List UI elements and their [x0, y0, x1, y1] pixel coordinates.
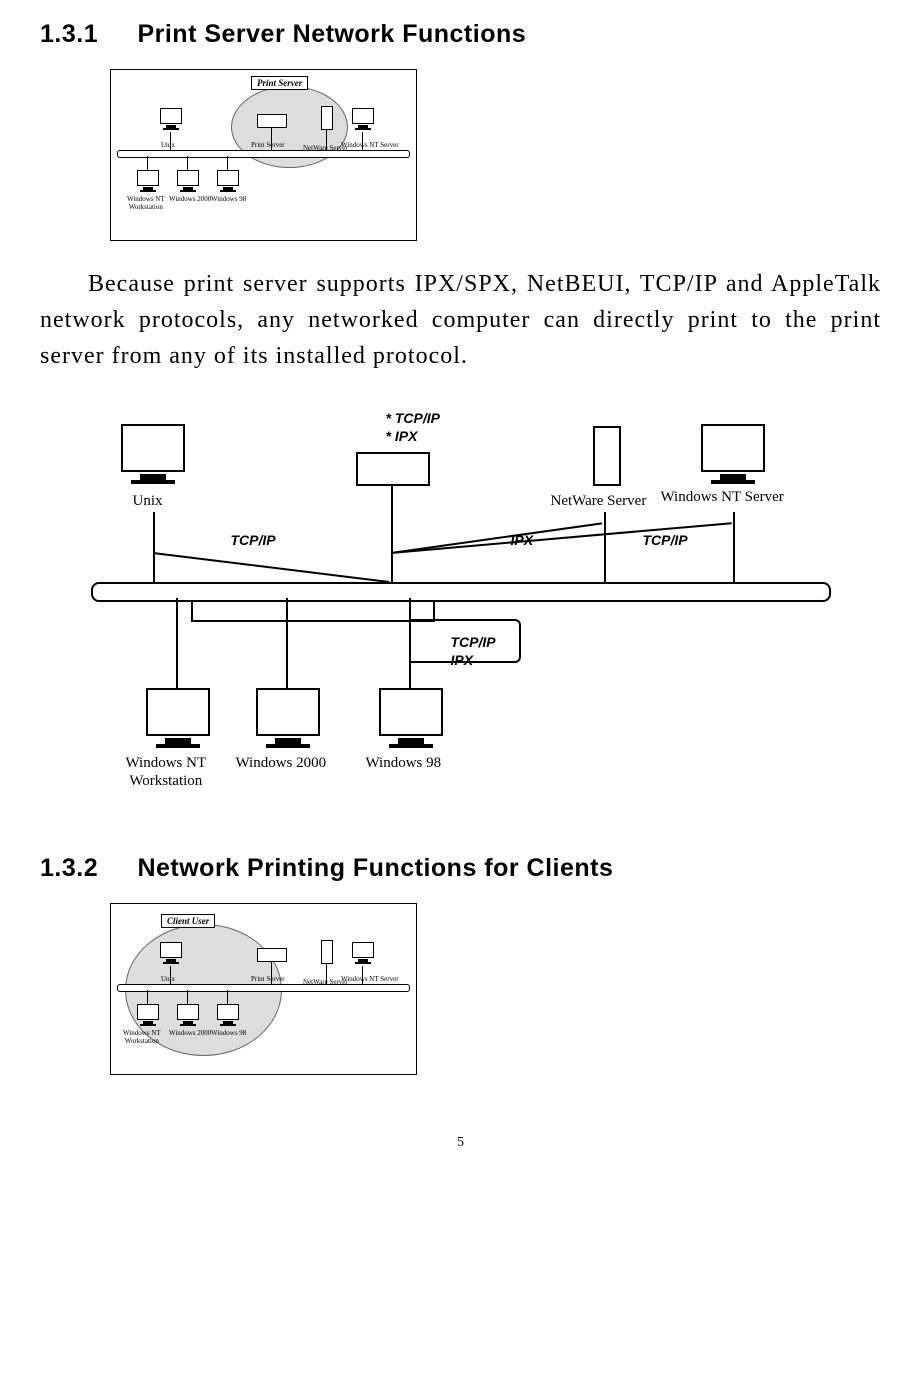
big-node-nt-server [701, 424, 765, 484]
body-paragraph: Because print server supports IPX/SPX, N… [40, 266, 881, 374]
connector [147, 990, 148, 1004]
connector-diag [152, 552, 388, 583]
label-nt-workstation: Windows NT Workstation [127, 196, 165, 211]
node-nt-workstation-2 [136, 1004, 160, 1028]
section-number-2: 1.3.2 [40, 854, 130, 883]
page-number: 5 [40, 1135, 881, 1151]
label-w98: Windows 98 [211, 196, 246, 204]
big-label-netware: NetWare Server [551, 492, 647, 510]
proto-tcpip-top: * TCP/IP [386, 410, 440, 426]
node-unix [159, 108, 183, 132]
connector [187, 156, 188, 170]
connector [187, 990, 188, 1004]
network-bus [117, 150, 410, 158]
label-print-server-2: Print Server [251, 976, 285, 984]
connector [227, 990, 228, 1004]
node-nt-workstation [136, 170, 160, 194]
connector [733, 512, 735, 582]
connector [176, 598, 178, 688]
node-print-server [257, 114, 287, 138]
diagram-protocols: * TCP/IP * IPX Unix NetWare Server Windo… [91, 404, 831, 804]
node-print-server-2 [257, 948, 287, 972]
node-windows-98 [216, 170, 240, 194]
label-w2000-2: Windows 2000 [169, 1030, 211, 1038]
label-nt-workstation-2: Windows NT Workstation [123, 1030, 161, 1045]
big-label-nt-workstation: Windows NT Workstation [126, 754, 207, 790]
proto-tcpip-left: TCP/IP [231, 532, 276, 548]
section-title-1: Print Server Network Functions [137, 20, 526, 48]
network-bus-big [91, 582, 831, 602]
section-title-2: Network Printing Functions for Clients [137, 854, 613, 882]
label-nt-server: Windows NT Server [341, 142, 399, 150]
node-netware-2 [321, 940, 333, 964]
section-heading-1: 1.3.1 Print Server Network Functions [40, 20, 881, 49]
big-node-print-server [356, 452, 430, 486]
node-unix-2 [159, 942, 183, 966]
label-unix-2: Unix [161, 976, 175, 984]
node-windows-2000 [176, 170, 200, 194]
connector [391, 484, 393, 582]
section-number-1: 1.3.1 [40, 20, 130, 49]
big-node-unix [121, 424, 185, 484]
label-nt-server-2: Windows NT Server [341, 976, 399, 984]
badge-client-user: Client User [161, 914, 215, 928]
big-label-nt-server: Windows NT Server [661, 488, 784, 506]
connector [227, 156, 228, 170]
label-w98-2: Windows 98 [211, 1030, 246, 1038]
label-w2000: Windows 2000 [169, 196, 211, 204]
big-node-w98 [379, 688, 443, 748]
proto-tcpip-right: TCP/IP [643, 532, 688, 548]
node-windows-2000-2 [176, 1004, 200, 1028]
section-heading-2: 1.3.2 Network Printing Functions for Cli… [40, 854, 881, 883]
bracket-right [409, 619, 521, 663]
label-unix: Unix [161, 142, 175, 150]
connector [604, 512, 606, 582]
node-windows-98-2 [216, 1004, 240, 1028]
connector [147, 156, 148, 170]
node-netware [321, 106, 333, 130]
connector [153, 512, 155, 582]
big-label-w98: Windows 98 [366, 754, 442, 772]
node-nt-server-2 [351, 942, 375, 966]
diagram-print-server-overview: Print Server Unix Print Server NetWare S… [110, 69, 417, 241]
network-bus-2 [117, 984, 410, 992]
big-node-w2000 [256, 688, 320, 748]
node-nt-server [351, 108, 375, 132]
big-node-netware [593, 426, 621, 486]
label-print-server: Print Server [251, 142, 285, 150]
big-label-w2000: Windows 2000 [236, 754, 327, 772]
proto-ipx-top: * IPX [386, 428, 418, 444]
badge-print-server: Print Server [251, 76, 308, 90]
diagram-client-user-overview: Client User Unix Print Server NetWare Se… [110, 903, 417, 1075]
big-node-nt-workstation [146, 688, 210, 748]
bracket [191, 600, 435, 622]
big-label-unix: Unix [133, 492, 163, 510]
